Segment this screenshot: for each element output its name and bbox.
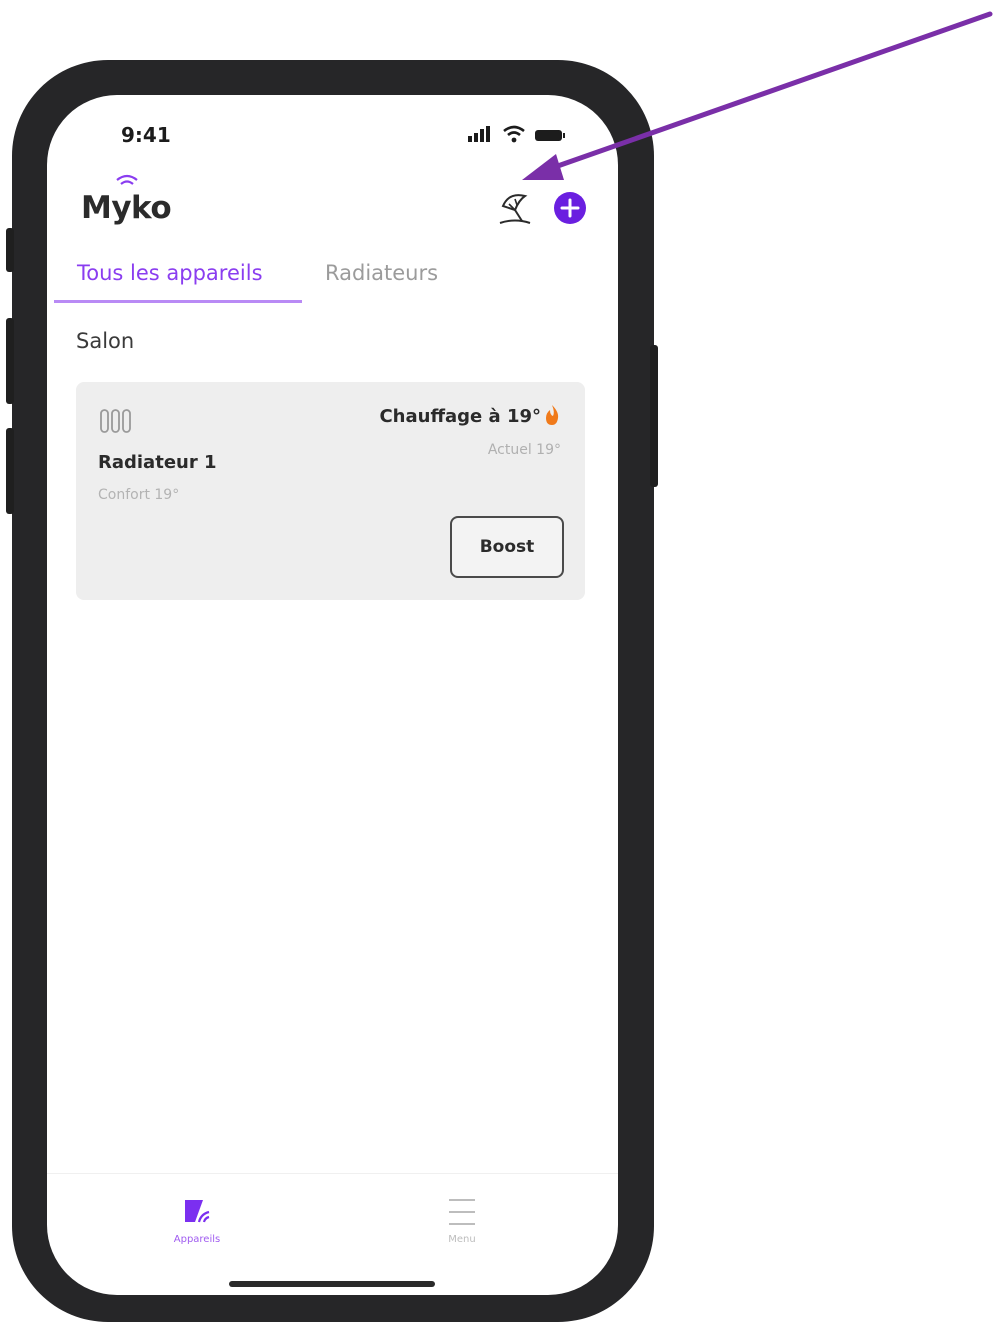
annotation-arrow [522,11,993,180]
boost-button[interactable]: Boost [450,516,564,578]
flame-icon [546,405,559,425]
nav-menu[interactable]: Menu [402,1196,522,1256]
devices-icon [185,1200,210,1223]
nav-devices-label: Appareils [173,1234,221,1245]
device-card[interactable]: Radiateur 1 Confort 19° Chauffage à 19° … [76,382,585,600]
bottom-nav: Appareils Menu [47,1173,618,1295]
volume-down-button [6,428,14,514]
nav-menu-label: Menu [448,1234,476,1245]
menu-icon [449,1199,475,1225]
heating-status: Chauffage à 19° [379,406,541,427]
device-name: Radiateur 1 [98,452,217,473]
nav-devices[interactable]: Appareils [137,1196,257,1256]
radiator-icon [100,409,131,433]
device-mode: Confort 19° [98,487,180,503]
actual-temperature: Actuel 19° [487,442,561,458]
home-indicator [229,1281,435,1287]
